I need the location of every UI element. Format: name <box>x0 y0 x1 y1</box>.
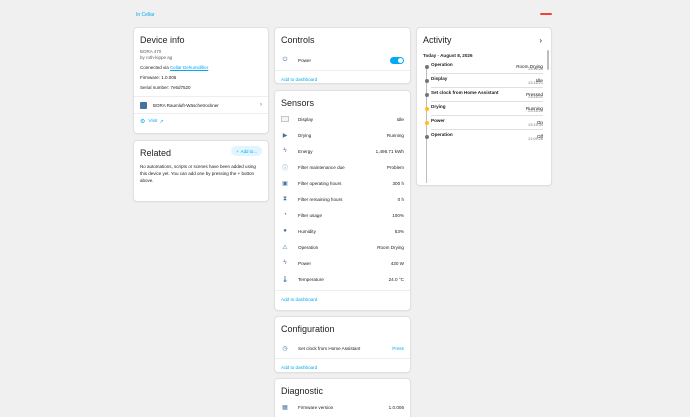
power-plug-icon: ⏻ <box>282 56 288 63</box>
external-link-icon: ↗ <box>159 118 164 125</box>
gear-icon: ⚙ <box>140 119 146 125</box>
thermometer-icon: 🌡 <box>281 276 289 283</box>
filter-icon: ▣ <box>282 180 288 187</box>
chip-icon: ▦ <box>282 404 288 411</box>
activity-item[interactable]: Power On 23:15:39 <box>417 118 551 127</box>
related-card: Related + Add to... No automations, scrip… <box>133 140 269 202</box>
timeline-dot <box>425 93 429 97</box>
serial-number: Serial number: 7e6d7520 <box>140 85 191 90</box>
sensor-row-filter-maintenance[interactable]: ⓘ Filter maintenance due Problem <box>275 159 410 175</box>
firmware-info: Firmware: 1.0.006 <box>140 75 177 80</box>
device-info-card: Device info BORA 470 by roth-kippe ag Co… <box>133 27 269 134</box>
sensor-row-filter-remaining-hours[interactable]: ⧗ Filter remaining hours 0 h <box>275 191 410 207</box>
sensor-row-energy[interactable]: ϟ Energy 1,496.71 kWh <box>275 143 410 159</box>
activity-time: 21:09:26 <box>528 137 543 141</box>
sensors-title: Sensors <box>281 98 315 108</box>
visit-row: ⚙ Visit ↗ <box>134 113 268 129</box>
activity-item[interactable]: Display Idle 23:16:21 <box>417 76 551 85</box>
activity-divider <box>431 101 543 102</box>
activity-time: 23:16:21 <box>528 81 543 85</box>
activity-card: Activity › Today · August 8, 2026 Operat… <box>416 27 552 186</box>
visit-link[interactable]: Visit <box>148 119 157 124</box>
activity-item[interactable]: Drying Running 23:16:21 <box>417 104 551 113</box>
config-row-set-clock: ◷ Set clock from Home Assistant Press <box>282 345 404 352</box>
diagnostic-card: Diagnostic ▦ Firmware version 1.0.006 <box>274 378 411 417</box>
display-icon <box>281 115 289 123</box>
timeline-dot <box>425 121 429 125</box>
activity-divider <box>431 115 543 116</box>
power-toggle[interactable] <box>390 56 404 64</box>
activity-state: Running <box>525 106 543 111</box>
chevron-right-icon: › <box>260 102 262 108</box>
activity-state: Off <box>536 134 543 139</box>
sensor-row-display[interactable]: Display Idle <box>275 111 410 127</box>
controls-title: Controls <box>281 35 315 45</box>
diagnostic-row-firmware[interactable]: ▦ Firmware version 1.0.006 <box>275 399 410 415</box>
sensors-add-to-dashboard[interactable]: Add to dashboard <box>275 290 410 308</box>
sensor-row-drying[interactable]: ▶ Drying Running <box>275 127 410 143</box>
breadcrumb[interactable]: In Cellar <box>136 12 155 18</box>
clock-icon: ◷ <box>282 345 288 352</box>
activity-divider <box>431 73 543 74</box>
device-info-title: Device info <box>140 35 185 45</box>
add-to-button[interactable]: + Add to... <box>231 146 262 156</box>
activity-state: Idle <box>535 78 543 83</box>
activity-item[interactable]: Operation Room Drying 23:16:21 <box>417 62 551 71</box>
connected-via: Connected via Cellar Dehumidifier <box>140 65 209 70</box>
plus-icon: + <box>236 148 239 154</box>
device-icon <box>140 101 147 109</box>
diagnostic-title: Diagnostic <box>281 386 324 396</box>
menu-icon[interactable] <box>540 13 552 15</box>
timeline-dot <box>425 107 429 111</box>
lightning-icon: ϟ <box>283 148 287 154</box>
flash-icon: ϟ <box>283 260 287 266</box>
sitemap-icon: ⚠ <box>282 244 288 251</box>
activity-date: Today · August 8, 2026 <box>423 53 473 58</box>
play-icon: ▶ <box>282 132 288 139</box>
activity-divider <box>431 129 543 130</box>
water-drop-icon: ● <box>283 228 287 234</box>
sensor-row-power[interactable]: ϟ Power 430 W <box>275 255 410 271</box>
gauge-icon: ◔ <box>283 212 287 218</box>
sensor-row-filter-operating-hours[interactable]: ▣ Filter operating hours 300 h <box>275 175 410 191</box>
configuration-title: Configuration <box>281 324 335 334</box>
timeline-dot <box>425 65 429 69</box>
sensors-card: Sensors Display Idle ▶ Drying Running ϟ … <box>274 90 411 311</box>
activity-divider <box>431 87 543 88</box>
device-manufacturer: by roth-kippe ag <box>140 55 173 60</box>
alert-circle-icon: ⓘ <box>281 165 288 172</box>
device-model: BORA 470 <box>140 49 162 54</box>
activity-time: 23:15:39 <box>528 123 543 127</box>
press-button[interactable]: Press <box>392 346 404 351</box>
activity-state: Pressed <box>526 92 543 97</box>
sensor-row-temperature[interactable]: 🌡 Temperature 24.0 °C <box>275 271 410 287</box>
sensor-row-operation[interactable]: ⚠ Operation Room Drying <box>275 239 410 255</box>
sensor-row-humidity[interactable]: ● Humidity 53% <box>275 223 410 239</box>
activity-list: Operation Room Drying 23:16:21 Display Idle 2… <box>417 62 551 141</box>
connected-via-link[interactable]: Cellar Dehumidifier <box>170 65 208 70</box>
chevron-right-icon[interactable]: › <box>539 36 542 45</box>
configuration-add-to-dashboard[interactable]: Add to dashboard <box>275 358 410 372</box>
control-row-power[interactable]: ⏻ Power <box>275 52 410 68</box>
activity-item[interactable]: Set clock from Home Assistant Pressed 23:1… <box>417 90 551 99</box>
timeline-dot <box>425 79 429 83</box>
configuration-card: Configuration ◷ Set clock from Home Assi… <box>274 316 411 373</box>
timeline-dot <box>425 135 429 139</box>
controls-add-to-dashboard[interactable]: Add to dashboard <box>275 70 410 83</box>
hourglass-icon: ⧗ <box>282 195 288 202</box>
activity-item[interactable]: Operation Off 21:09:26 <box>417 132 551 141</box>
linked-device-name: BORA Raumluft-Wäschetrockner <box>153 102 219 108</box>
linked-device-row[interactable]: BORA Raumluft-Wäschetrockner › <box>134 96 268 113</box>
related-text: No automations, scripts or scenes have b… <box>140 164 256 183</box>
activity-state: On <box>536 120 543 125</box>
activity-state: Room Drying <box>516 64 543 69</box>
controls-card: Controls ⏻ Power Add to dashboard <box>274 27 411 84</box>
activity-title: Activity <box>423 35 452 45</box>
sensor-row-filter-usage[interactable]: ◔ Filter usage 100% <box>275 207 410 223</box>
